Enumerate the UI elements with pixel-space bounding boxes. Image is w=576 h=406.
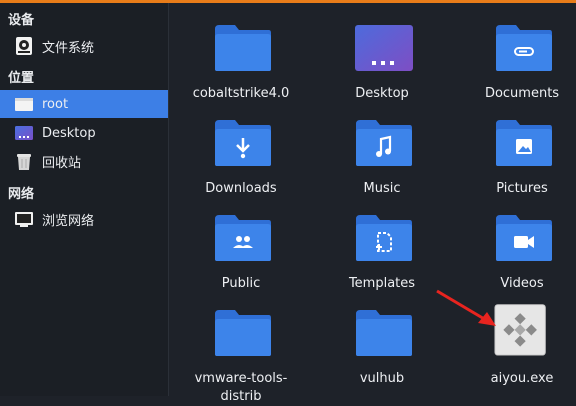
sidebar-item-root[interactable]: root bbox=[0, 90, 168, 118]
file-name: Music bbox=[363, 181, 401, 196]
file-item[interactable]: Documents bbox=[452, 13, 576, 108]
file-name: Documents bbox=[484, 86, 560, 101]
folder-icon bbox=[356, 310, 412, 356]
disk-icon bbox=[16, 37, 32, 55]
file-item[interactable]: Desktop bbox=[312, 13, 452, 108]
file-item[interactable]: Videos bbox=[452, 203, 576, 298]
home-folder-icon bbox=[15, 98, 33, 111]
file-name: Desktop bbox=[355, 86, 409, 101]
section-header-network: 网络 bbox=[8, 187, 35, 202]
file-grid: cobaltstrike4.0 Desktop Documents Downlo… bbox=[169, 3, 576, 404]
sidebar-item-label: 文件系统 bbox=[42, 40, 95, 56]
desktop-folder-icon bbox=[355, 25, 413, 71]
videos-folder-icon bbox=[496, 215, 552, 261]
file-name: Public bbox=[221, 276, 261, 291]
folder-icon bbox=[215, 310, 271, 356]
file-name: cobaltstrike4.0 bbox=[192, 86, 290, 101]
file-name: vulhub bbox=[359, 371, 405, 386]
trash-icon bbox=[17, 154, 31, 170]
pictures-folder-icon bbox=[496, 120, 552, 166]
section-header-places: 位置 bbox=[8, 71, 35, 86]
templates-folder-icon bbox=[356, 215, 412, 261]
file-name: Templates bbox=[348, 276, 416, 291]
file-item[interactable]: vmware-tools- distrib bbox=[171, 298, 311, 404]
file-item[interactable]: Templates bbox=[312, 203, 452, 298]
exe-file-icon bbox=[494, 304, 546, 356]
sidebar-item-label: 浏览网络 bbox=[42, 213, 95, 229]
sidebar-item-label: 回收站 bbox=[42, 155, 82, 171]
file-item[interactable]: cobaltstrike4.0 bbox=[171, 13, 311, 108]
file-item[interactable]: vulhub bbox=[312, 298, 452, 393]
file-item[interactable]: Downloads bbox=[171, 108, 311, 203]
folder-icon bbox=[215, 25, 271, 71]
music-folder-icon bbox=[356, 120, 412, 166]
file-item[interactable]: Music bbox=[312, 108, 452, 203]
documents-folder-icon bbox=[496, 25, 552, 71]
sidebar-item-label: root bbox=[42, 96, 69, 112]
sidebar-item-filesystem[interactable]: 文件系统 bbox=[0, 32, 168, 60]
sidebar-item-desktop[interactable]: Desktop bbox=[0, 119, 168, 147]
sidebar: 设备 文件系统 位置 root Desktop 回收站 网络 浏览网络 bbox=[0, 3, 169, 396]
downloads-folder-icon bbox=[215, 120, 271, 166]
sidebar-item-browse-network[interactable]: 浏览网络 bbox=[0, 205, 168, 233]
red-arrow-annotation bbox=[436, 289, 496, 326]
sidebar-item-label: Desktop bbox=[42, 125, 96, 141]
file-name: aiyou.exe bbox=[490, 371, 554, 386]
file-item[interactable]: Public bbox=[171, 203, 311, 298]
public-folder-icon bbox=[215, 215, 271, 261]
section-header-devices: 设备 bbox=[8, 13, 35, 28]
sidebar-item-trash[interactable]: 回收站 bbox=[0, 147, 168, 175]
file-name: vmware-tools- distrib bbox=[194, 371, 288, 404]
file-name: Downloads bbox=[205, 181, 277, 196]
network-icon bbox=[15, 212, 33, 227]
file-item[interactable]: Pictures bbox=[452, 108, 576, 203]
desktop-icon bbox=[15, 126, 33, 140]
file-name: Pictures bbox=[496, 181, 548, 196]
